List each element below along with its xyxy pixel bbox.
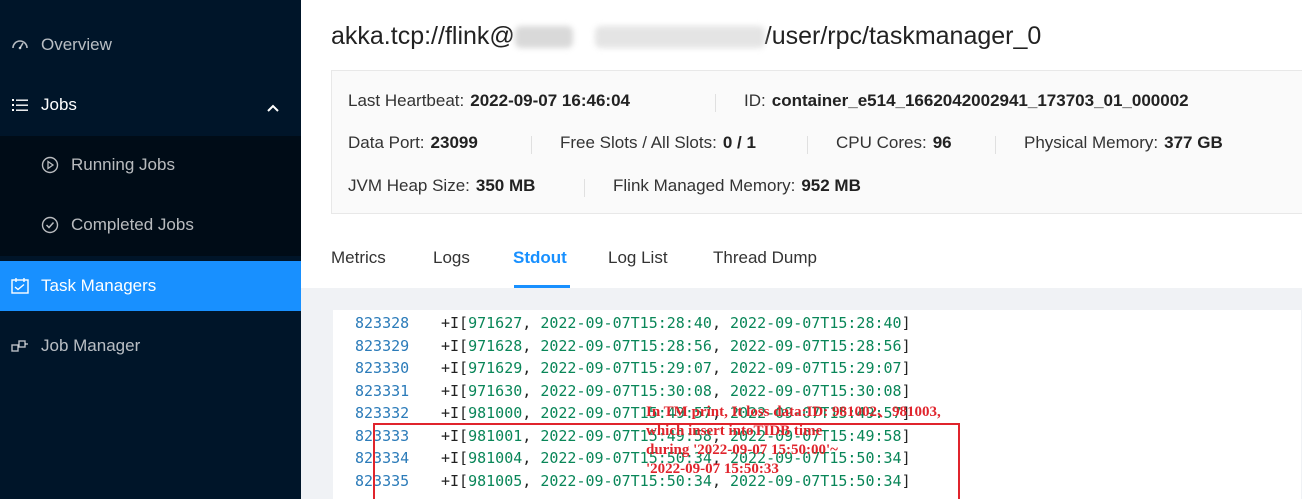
log-line: 823330 +I[971629, 2022-09-07T15:29:07, 20…	[355, 359, 911, 377]
sidebar-item-label: Completed Jobs	[71, 215, 194, 234]
check-circle-icon	[40, 215, 60, 235]
page-title: akka.tcp://flink@ /user/rpc/taskmanager_0	[331, 22, 1041, 51]
log-id: 971628	[468, 336, 523, 355]
log-line: 823331 +I[971630, 2022-09-07T15:30:08, 20…	[355, 381, 911, 400]
log-time-1: 2022-09-07T15:28:56	[540, 336, 712, 355]
annotation-note: In TM print, It loss data:ID: 981002、981…	[646, 404, 941, 477]
log-line: 823328 +I[971627, 2022-09-07T15:28:40, 20…	[355, 314, 911, 332]
sidebar-item-jobs[interactable]: Jobs	[0, 80, 301, 130]
chevron-up-icon[interactable]	[267, 97, 279, 117]
cluster-icon	[10, 336, 30, 356]
log-line: 823329 +I[971628, 2022-09-07T15:28:56, 20…	[355, 336, 911, 355]
sidebar-item-running-jobs[interactable]: Running Jobs	[0, 140, 301, 190]
tab-log-list[interactable]: Log List	[608, 248, 668, 268]
log-id: 971627	[468, 314, 523, 332]
log-time-2: 2022-09-07T15:29:07	[730, 359, 902, 377]
tab-bar: Metrics Logs Stdout Log List Thread Dump	[331, 240, 1302, 288]
log-time-1: 2022-09-07T15:30:08	[540, 381, 712, 400]
log-time-1: 2022-09-07T15:29:07	[540, 359, 712, 377]
list-icon	[10, 95, 30, 115]
sidebar-item-label: Jobs	[41, 95, 77, 114]
log-time-2: 2022-09-07T15:28:56	[730, 336, 902, 355]
log-id: 971629	[468, 359, 523, 377]
sidebar-item-label: Overview	[41, 35, 112, 54]
log-line-number: 823328	[355, 314, 410, 332]
log-line-number: 823331	[355, 381, 410, 400]
log-line-number: 823330	[355, 359, 410, 377]
dashboard-icon	[10, 35, 30, 55]
title-prefix: akka.tcp://flink@	[331, 22, 515, 50]
detail-data-port: Data Port: 23099	[348, 133, 478, 152]
log-time-2: 2022-09-07T15:28:40	[730, 314, 902, 332]
tab-stdout[interactable]: Stdout	[513, 248, 567, 268]
sidebar-item-job-manager[interactable]: Job Manager	[0, 321, 301, 371]
log-id: 971630	[468, 381, 523, 400]
sidebar-item-overview[interactable]: Overview	[0, 20, 301, 70]
detail-id: ID: container_e514_1662042002941_173703_0…	[744, 91, 1189, 110]
detail-jvm-heap: JVM Heap Size: 350 MB	[348, 176, 536, 195]
log-time-1: 2022-09-07T15:28:40	[540, 314, 712, 332]
sidebar-item-completed-jobs[interactable]: Completed Jobs	[0, 200, 301, 250]
tab-metrics[interactable]: Metrics	[331, 248, 386, 268]
sidebar-item-label: Job Manager	[41, 336, 141, 355]
schedule-icon	[10, 276, 30, 296]
detail-managed-memory: Flink Managed Memory: 952 MB	[613, 176, 861, 195]
detail-cpu-cores: CPU Cores: 96	[836, 133, 952, 152]
title-suffix: /user/rpc/taskmanager_0	[764, 22, 1042, 50]
sidebar: Overview Jobs Running Jobs Completed Job…	[0, 0, 301, 499]
tab-thread-dump[interactable]: Thread Dump	[713, 248, 817, 268]
sidebar-item-label: Running Jobs	[71, 155, 175, 174]
log-line-number: 823329	[355, 336, 410, 355]
redacted-host	[514, 26, 573, 49]
sidebar-item-label: Task Managers	[41, 276, 157, 295]
detail-last-heartbeat: Last Heartbeat: 2022-09-07 16:46:04	[348, 91, 630, 110]
redacted-address	[594, 26, 765, 49]
log-line-number: 823332	[355, 404, 410, 422]
tab-logs[interactable]: Logs	[433, 248, 470, 268]
log-id: 981000	[468, 404, 523, 422]
detail-physical-memory: Physical Memory: 377 GB	[1024, 133, 1223, 152]
sidebar-item-task-managers[interactable]: Task Managers	[0, 261, 301, 311]
play-circle-icon	[40, 155, 60, 175]
detail-free-slots: Free Slots / All Slots: 0 / 1	[560, 133, 756, 152]
log-time-2: 2022-09-07T15:30:08	[730, 381, 902, 400]
taskmanager-details: Last Heartbeat: 2022-09-07 16:46:04 ID: co…	[331, 70, 1302, 214]
